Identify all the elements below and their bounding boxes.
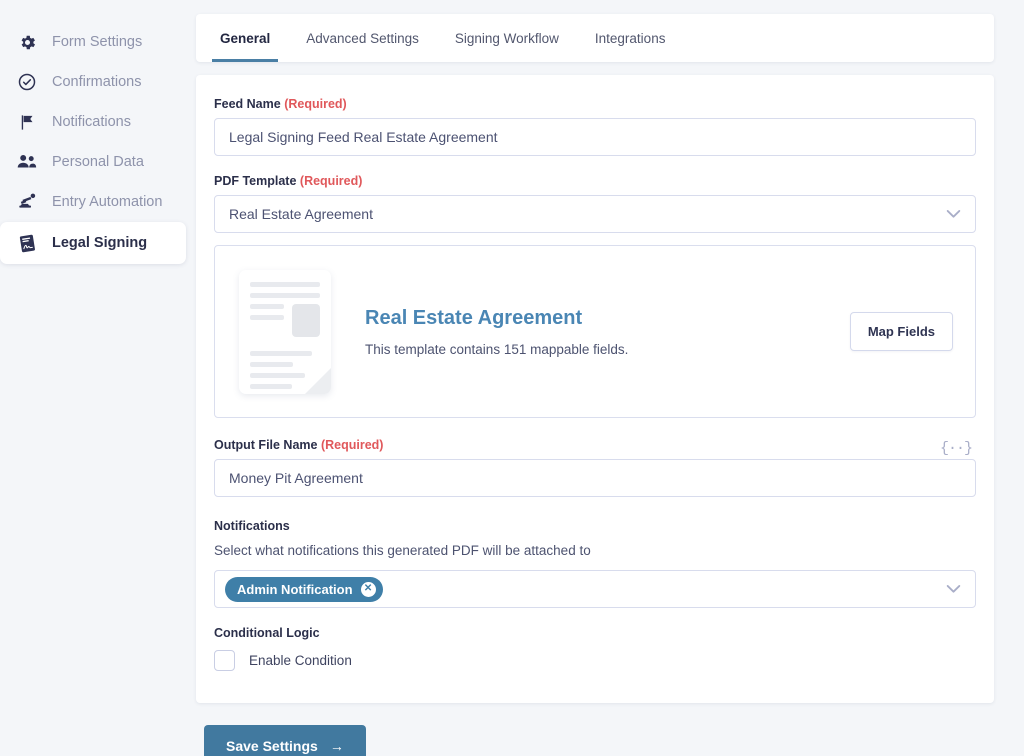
users-icon bbox=[16, 151, 38, 173]
chevron-down-icon bbox=[946, 210, 961, 219]
required-marker: (Required) bbox=[284, 97, 347, 111]
template-title: Real Estate Agreement bbox=[365, 306, 583, 329]
sidebar-item-label: Legal Signing bbox=[52, 235, 148, 251]
tab-general[interactable]: General bbox=[202, 14, 288, 62]
pdf-template-label: PDF Template (Required) bbox=[214, 174, 976, 188]
feed-name-label: Feed Name (Required) bbox=[214, 97, 976, 111]
enable-condition-row[interactable]: Enable Condition bbox=[214, 650, 976, 671]
sidebar-item-notifications[interactable]: Notifications bbox=[0, 102, 188, 142]
tab-integrations[interactable]: Integrations bbox=[577, 14, 684, 62]
template-preview-card: Real Estate Agreement This template cont… bbox=[214, 245, 976, 418]
sidebar-item-entry-automation[interactable]: Entry Automation bbox=[0, 182, 188, 222]
required-marker: (Required) bbox=[299, 174, 363, 188]
notification-chip[interactable]: Admin Notification ✕ bbox=[225, 576, 383, 602]
feed-name-field: Feed Name (Required) Legal Signing Feed … bbox=[214, 97, 976, 156]
output-file-name-label-row: Output File Name (Required) {··} bbox=[214, 438, 976, 459]
sidebar-item-legal-signing[interactable]: Legal Signing bbox=[0, 222, 186, 264]
gear-icon bbox=[16, 31, 38, 53]
robot-arm-icon bbox=[16, 191, 38, 213]
required-marker: (Required) bbox=[320, 438, 384, 452]
sidebar-item-label: Confirmations bbox=[52, 74, 142, 90]
sidebar: Form Settings Confirmations Notification… bbox=[0, 0, 188, 264]
tab-bar: General Advanced Settings Signing Workfl… bbox=[196, 14, 994, 62]
feed-name-label-text: Feed Name bbox=[214, 97, 281, 111]
template-description: This template contains 151 mappable fiel… bbox=[365, 341, 629, 357]
chevron-down-icon bbox=[946, 585, 961, 594]
output-file-name-input[interactable]: Money Pit Agreement bbox=[214, 459, 976, 497]
tab-label: Signing Workflow bbox=[454, 30, 559, 46]
sidebar-item-label: Personal Data bbox=[52, 154, 144, 170]
form-footer: Save Settings → bbox=[196, 703, 994, 756]
pdf-template-label-text: PDF Template bbox=[214, 174, 297, 188]
feed-settings-form: Feed Name (Required) Legal Signing Feed … bbox=[196, 75, 994, 703]
sidebar-item-label: Notifications bbox=[52, 114, 131, 130]
sidebar-item-label: Form Settings bbox=[52, 34, 143, 50]
chip-remove-icon[interactable]: ✕ bbox=[360, 581, 376, 597]
notifications-field: Notifications Select what notifications … bbox=[214, 519, 976, 608]
arrow-right-icon: → bbox=[329, 738, 344, 754]
notifications-label: Notifications bbox=[214, 519, 290, 533]
enable-condition-checkbox[interactable] bbox=[214, 650, 235, 671]
notifications-helper-text: Select what notifications this generated… bbox=[214, 543, 591, 558]
check-circle-icon bbox=[16, 71, 38, 93]
enable-condition-label: Enable Condition bbox=[249, 653, 352, 668]
output-file-name-label-text: Output File Name bbox=[214, 438, 318, 452]
notifications-multiselect[interactable]: Admin Notification ✕ bbox=[214, 570, 976, 608]
pdf-template-select[interactable]: Real Estate Agreement bbox=[214, 195, 976, 233]
document-thumbnail-icon bbox=[239, 269, 331, 394]
app-root: Form Settings Confirmations Notification… bbox=[0, 0, 1024, 756]
flag-icon bbox=[16, 111, 38, 133]
tab-advanced-settings[interactable]: Advanced Settings bbox=[288, 14, 437, 62]
map-fields-button[interactable]: Map Fields bbox=[849, 312, 953, 351]
output-file-name-field: Output File Name (Required) {··} Money P… bbox=[214, 438, 976, 497]
pdf-template-field: PDF Template (Required) Real Estate Agre… bbox=[214, 174, 976, 233]
merge-tag-icon[interactable]: {··} bbox=[940, 440, 976, 457]
feed-name-input[interactable]: Legal Signing Feed Real Estate Agreement bbox=[214, 118, 976, 156]
tab-label: Advanced Settings bbox=[306, 30, 419, 46]
tab-label: Integrations bbox=[594, 30, 666, 46]
conditional-logic-label: Conditional Logic bbox=[214, 626, 320, 640]
pdf-template-selected-value: Real Estate Agreement bbox=[229, 206, 373, 222]
template-info: Real Estate Agreement This template cont… bbox=[331, 307, 850, 357]
page-fold-corner bbox=[305, 367, 331, 394]
sidebar-item-label: Entry Automation bbox=[52, 194, 163, 210]
tab-signing-workflow[interactable]: Signing Workflow bbox=[437, 14, 577, 62]
main-content: General Advanced Settings Signing Workfl… bbox=[188, 0, 1024, 756]
tab-label: General bbox=[220, 30, 271, 46]
sidebar-item-personal-data[interactable]: Personal Data bbox=[0, 142, 188, 182]
output-file-name-label: Output File Name (Required) bbox=[214, 438, 383, 452]
signed-document-icon bbox=[16, 232, 38, 254]
save-settings-label: Save Settings bbox=[226, 738, 318, 754]
chip-label: Admin Notification bbox=[237, 581, 353, 597]
save-settings-button[interactable]: Save Settings → bbox=[204, 725, 366, 756]
conditional-logic-field: Conditional Logic Enable Condition bbox=[214, 626, 976, 671]
sidebar-item-form-settings[interactable]: Form Settings bbox=[0, 22, 188, 62]
sidebar-item-confirmations[interactable]: Confirmations bbox=[0, 62, 188, 102]
